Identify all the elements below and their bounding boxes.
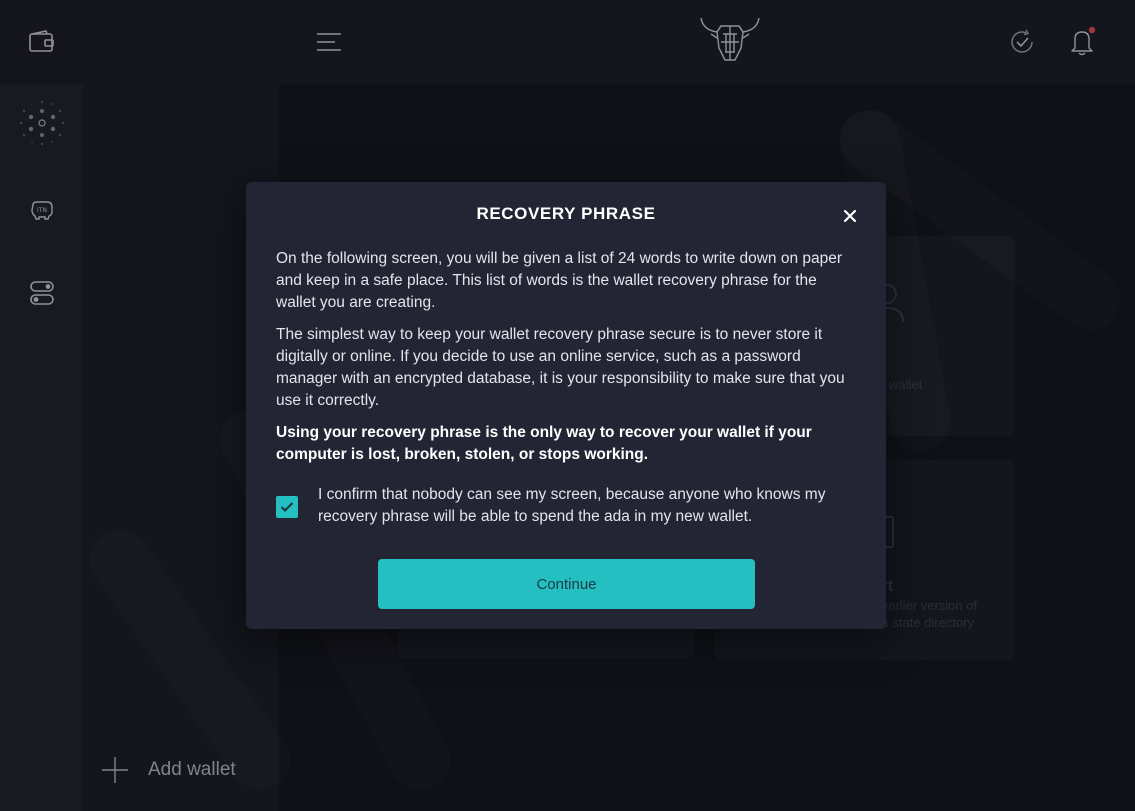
dialog-paragraph: On the following screen, you will be giv… (276, 250, 843, 311)
app-window: ITN Add wallet wallet rt earlier version… (0, 0, 1135, 811)
close-icon[interactable] (840, 206, 860, 226)
confirm-row: I confirm that nobody can see my screen,… (276, 484, 858, 528)
confirm-checkbox[interactable] (276, 496, 298, 518)
dialog-title: RECOVERY PHRASE (476, 204, 656, 223)
check-icon (280, 502, 294, 512)
dialog-paragraph: The simplest way to keep your wallet rec… (276, 326, 845, 409)
recovery-phrase-dialog: RECOVERY PHRASE On the following screen,… (246, 182, 886, 629)
dialog-warning: Using your recovery phrase is the only w… (276, 424, 812, 463)
continue-button[interactable]: Continue (378, 559, 755, 609)
dialog-body: On the following screen, you will be giv… (276, 248, 858, 476)
confirm-label[interactable]: I confirm that nobody can see my screen,… (318, 484, 858, 528)
